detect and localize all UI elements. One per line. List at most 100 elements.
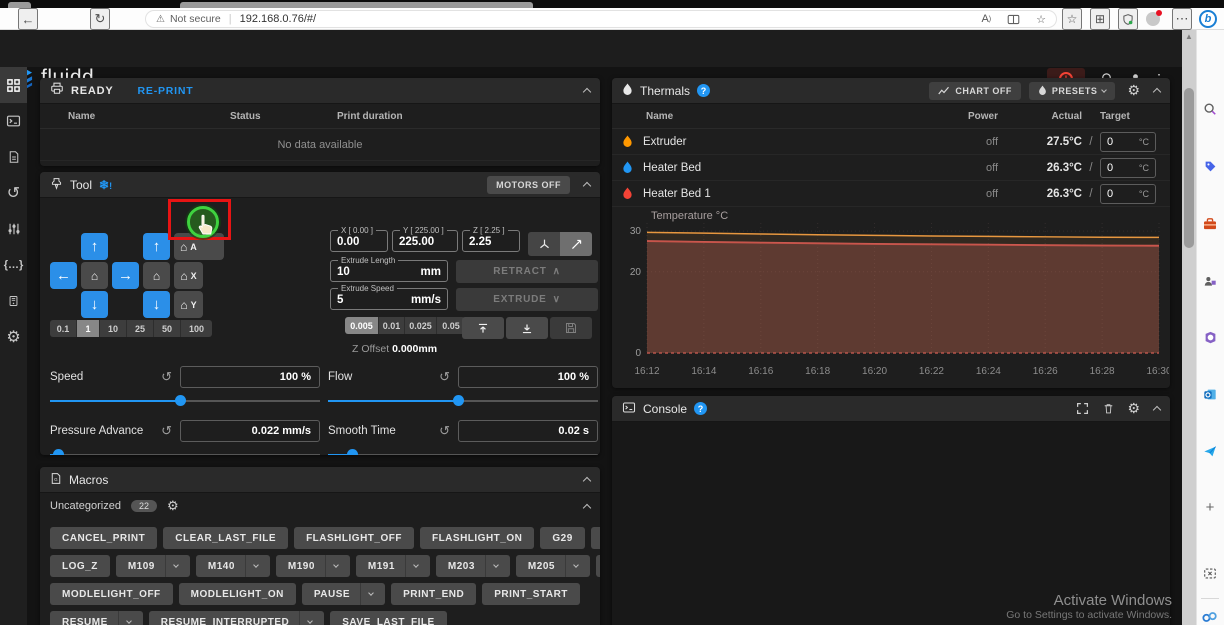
presets-button[interactable]: PRESETS bbox=[1029, 82, 1116, 100]
macro-print_start[interactable]: PRINT_START bbox=[482, 583, 580, 605]
jog-distance-100[interactable]: 100 bbox=[181, 320, 212, 337]
macro-m203[interactable]: M203 bbox=[436, 555, 510, 577]
smooth-time-reset-icon[interactable]: ↺ bbox=[439, 423, 450, 439]
nav-jobs-icon[interactable] bbox=[0, 139, 27, 175]
macro-m84[interactable]: M84 bbox=[596, 555, 600, 577]
z-offset-up-icon[interactable] bbox=[462, 317, 504, 339]
z-offset-step-0.01[interactable]: 0.01 bbox=[379, 317, 405, 334]
nav-tune-icon[interactable] bbox=[0, 211, 27, 247]
jog-distance-25[interactable]: 25 bbox=[127, 320, 154, 337]
m365-icon[interactable] bbox=[1201, 328, 1219, 346]
z-position-field[interactable]: Z [ 2.25 ]2.25 bbox=[462, 226, 520, 252]
nav-configure-icon[interactable]: {…} bbox=[0, 247, 27, 283]
address-bar[interactable]: ⚠ Not secure | 192.168.0.76/#/ A) ☆ bbox=[145, 10, 1057, 28]
screen-capture-icon[interactable] bbox=[1201, 564, 1219, 582]
jog-x-plus-button[interactable]: → bbox=[112, 262, 139, 289]
z-offset-step-0.05[interactable]: 0.05 bbox=[437, 317, 465, 334]
browser-essentials-icon[interactable] bbox=[1201, 608, 1219, 625]
smooth-time-value[interactable]: 0.02 s bbox=[458, 420, 598, 442]
heater-target-input[interactable]: °C bbox=[1100, 158, 1156, 178]
macro-clear_last_file[interactable]: CLEAR_LAST_FILE bbox=[163, 527, 288, 549]
macro-dropdown-icon[interactable] bbox=[245, 555, 258, 577]
url-text[interactable]: 192.168.0.76/#/ bbox=[240, 13, 966, 25]
home-x-button[interactable]: ⌂X bbox=[174, 262, 203, 289]
macro-settings-gear-icon[interactable]: ⚙ bbox=[167, 498, 179, 514]
macro-dropdown-icon[interactable] bbox=[360, 583, 373, 605]
scrollbar-thumb[interactable] bbox=[1184, 88, 1194, 248]
thermals-collapse-icon[interactable] bbox=[1154, 86, 1160, 95]
browser-shield-icon[interactable] bbox=[1118, 8, 1138, 30]
read-aloud-icon[interactable]: A) bbox=[981, 13, 991, 25]
macro-save_last_file[interactable]: SAVE_LAST_FILE bbox=[330, 611, 446, 625]
speed-slider-thumb[interactable] bbox=[175, 395, 186, 406]
back-icon[interactable]: ← bbox=[18, 8, 38, 30]
macro-m191[interactable]: M191 bbox=[356, 555, 430, 577]
heater-name[interactable]: Heater Bed bbox=[643, 162, 701, 174]
macros-collapse-icon[interactable] bbox=[584, 475, 590, 484]
absolute-move-icon[interactable] bbox=[528, 232, 560, 256]
profile-avatar[interactable] bbox=[1146, 12, 1160, 26]
scrollbar-up-arrow[interactable]: ▲ bbox=[1182, 32, 1196, 41]
outlook-icon[interactable] bbox=[1201, 385, 1219, 403]
macro-m190[interactable]: M190 bbox=[276, 555, 350, 577]
speed-slider[interactable] bbox=[50, 395, 320, 407]
heater-target-value[interactable] bbox=[1107, 188, 1135, 200]
jog-y-plus-button[interactable]: ↑ bbox=[81, 233, 108, 260]
jog-distance-10[interactable]: 10 bbox=[100, 320, 127, 337]
pressure-advance-slider[interactable] bbox=[50, 449, 320, 455]
collections-icon[interactable]: ⊞ bbox=[1090, 8, 1110, 30]
jog-z-plus-button[interactable]: ↑ bbox=[143, 233, 170, 260]
flow-reset-icon[interactable]: ↺ bbox=[439, 369, 450, 385]
retract-button[interactable]: RETRACT∧ bbox=[456, 260, 598, 283]
z-offset-step-0.005[interactable]: 0.005 bbox=[345, 317, 379, 334]
flow-value[interactable]: 100 % bbox=[458, 366, 598, 388]
z-offset-step-0.025[interactable]: 0.025 bbox=[405, 317, 437, 334]
macro-cancel_print[interactable]: CANCEL_PRINT bbox=[50, 527, 157, 549]
home-xy-button[interactable]: ⌂ bbox=[81, 262, 108, 289]
console-settings-gear-icon[interactable]: ⚙ bbox=[1127, 400, 1140, 417]
macro-dropdown-icon[interactable] bbox=[299, 611, 312, 625]
jog-z-minus-button[interactable]: ↓ bbox=[143, 291, 170, 318]
heater-target-value[interactable] bbox=[1107, 162, 1135, 174]
page-scrollbar[interactable]: ▲ bbox=[1182, 30, 1196, 625]
tools-icon[interactable] bbox=[1201, 215, 1219, 233]
macro-flashlight_on[interactable]: FLASHLIGHT_ON bbox=[420, 527, 534, 549]
nav-system-icon[interactable] bbox=[0, 283, 27, 319]
jog-distance-50[interactable]: 50 bbox=[154, 320, 181, 337]
macro-category-collapse-icon[interactable] bbox=[584, 502, 590, 511]
flow-slider-thumb[interactable] bbox=[453, 395, 464, 406]
macro-g31[interactable]: G31 bbox=[591, 527, 600, 549]
extrude-button[interactable]: EXTRUDE∨ bbox=[456, 288, 598, 311]
copilot-icon[interactable]: b bbox=[1199, 10, 1217, 28]
heater-target-value[interactable] bbox=[1107, 136, 1135, 148]
nav-console-icon[interactable] bbox=[0, 103, 27, 139]
flow-slider[interactable] bbox=[328, 395, 598, 407]
speed-reset-icon[interactable]: ↺ bbox=[161, 369, 172, 385]
people-icon[interactable] bbox=[1201, 272, 1219, 290]
macro-modlelight_off[interactable]: MODLELIGHT_OFF bbox=[50, 583, 173, 605]
macro-m205[interactable]: M205 bbox=[516, 555, 590, 577]
macro-g29[interactable]: G29 bbox=[540, 527, 584, 549]
split-screen-icon[interactable] bbox=[1007, 13, 1020, 26]
console-trash-icon[interactable] bbox=[1103, 402, 1114, 415]
jog-distance-1[interactable]: 1 bbox=[77, 320, 100, 337]
tool-collapse-icon[interactable] bbox=[584, 180, 590, 189]
macro-dropdown-icon[interactable] bbox=[485, 555, 498, 577]
macro-print_end[interactable]: PRINT_END bbox=[391, 583, 476, 605]
pressure-advance-value[interactable]: 0.022 mm/s bbox=[180, 420, 320, 442]
smooth-time-slider[interactable] bbox=[328, 449, 598, 455]
heater-target-input[interactable]: °C bbox=[1100, 184, 1156, 204]
macro-resume[interactable]: RESUME bbox=[50, 611, 143, 625]
refresh-icon[interactable]: ↻ bbox=[90, 8, 110, 30]
chart-toggle-button[interactable]: CHART OFF bbox=[929, 82, 1021, 100]
extrude-length-field[interactable]: Extrude Length 10mm bbox=[330, 256, 448, 282]
console-collapse-icon[interactable] bbox=[1154, 404, 1160, 413]
nav-dashboard-icon[interactable] bbox=[0, 67, 27, 103]
nav-history-icon[interactable]: ↺ bbox=[0, 175, 27, 211]
macro-dropdown-icon[interactable] bbox=[165, 555, 178, 577]
macro-m109[interactable]: M109 bbox=[116, 555, 190, 577]
smooth-time-slider-thumb[interactable] bbox=[347, 449, 358, 455]
heater-name[interactable]: Extruder bbox=[643, 136, 686, 148]
shopping-icon[interactable] bbox=[1201, 157, 1219, 175]
console-help-icon[interactable]: ? bbox=[694, 402, 707, 415]
